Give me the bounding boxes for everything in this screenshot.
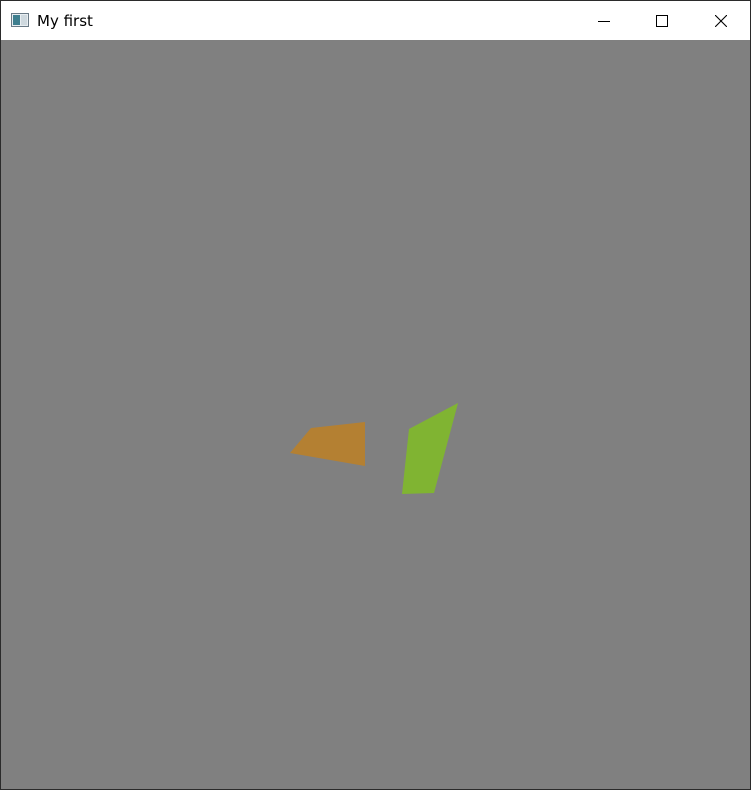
close-button[interactable] bbox=[692, 1, 750, 40]
maximize-button[interactable] bbox=[633, 1, 691, 40]
app-window: My first bbox=[0, 0, 751, 790]
minimize-icon bbox=[598, 20, 610, 22]
minimize-button[interactable] bbox=[575, 1, 633, 40]
maximize-icon bbox=[656, 14, 668, 27]
app-window-icon bbox=[11, 13, 29, 27]
green-quad bbox=[402, 403, 458, 494]
render-canvas bbox=[290, 403, 458, 494]
window-title: My first bbox=[37, 12, 93, 30]
render-viewport[interactable] bbox=[1, 40, 750, 789]
orange-quad bbox=[290, 422, 365, 466]
close-icon bbox=[715, 14, 727, 27]
title-bar[interactable]: My first bbox=[1, 1, 750, 40]
